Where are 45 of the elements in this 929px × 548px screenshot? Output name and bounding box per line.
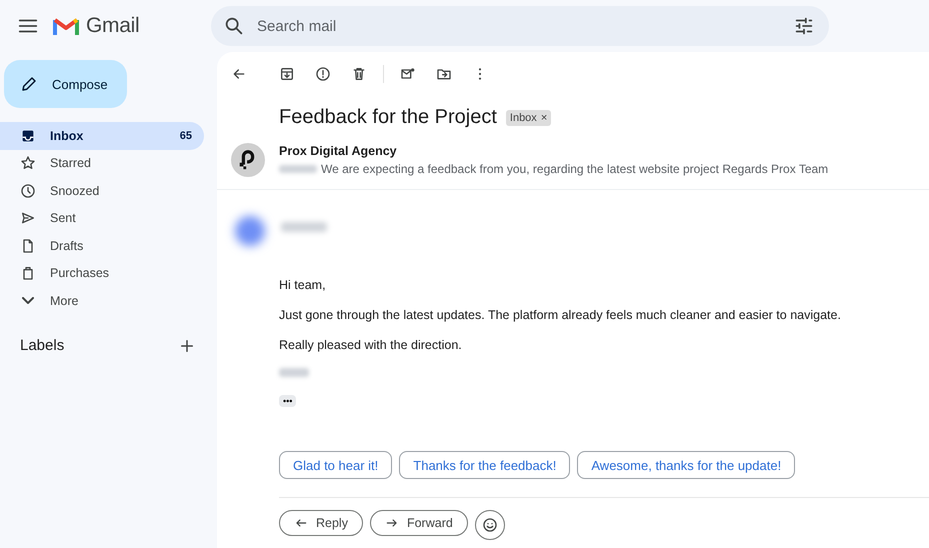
remove-label-button[interactable]: × bbox=[540, 112, 548, 124]
filter-sliders-icon[interactable] bbox=[793, 15, 815, 37]
emoji-reaction-button[interactable] bbox=[474, 510, 505, 540]
blurred-sender-name bbox=[281, 222, 327, 232]
compose-button[interactable]: Compose bbox=[4, 60, 127, 108]
sender-name: Prox Digital Agency bbox=[279, 144, 398, 158]
smart-reply-button[interactable]: Awesome, thanks for the update! bbox=[577, 451, 796, 479]
forward-button[interactable]: Forward bbox=[370, 510, 468, 536]
labels-heading: Labels bbox=[20, 337, 64, 354]
message-paragraph: Really pleased with the direction. bbox=[279, 338, 463, 352]
smart-reply-button[interactable]: Glad to hear it! bbox=[279, 451, 392, 479]
unread-count: 65 bbox=[180, 130, 192, 142]
nav-item[interactable]: Purchases bbox=[0, 260, 204, 287]
app-name: Gmail bbox=[86, 14, 140, 38]
blurred-avatar bbox=[235, 216, 265, 246]
nav-item[interactable]: Sent bbox=[0, 204, 204, 232]
collapsed-message[interactable]: Prox Digital Agency We are expecting a feedback from you, regarding the latest website project Regards Prox Team bbox=[217, 129, 929, 190]
pencil-icon bbox=[20, 75, 38, 93]
message-snippet: We are expecting a feedback from you, regarding the latest website project Regards Prox Team bbox=[321, 162, 828, 176]
message-paragraph: Hi team, bbox=[279, 278, 327, 292]
message-paragraph: Just gone through the latest updates. The platform already feels much cleaner and easier to navigate. bbox=[279, 308, 842, 322]
smiley-icon bbox=[482, 517, 498, 533]
report-spam-icon[interactable] bbox=[315, 66, 331, 82]
smart-reply-button[interactable]: Thanks for the feedback! bbox=[399, 451, 570, 479]
chevron-down-icon bbox=[22, 297, 34, 304]
email-subject: Feedback for the Project bbox=[279, 106, 497, 129]
clock-icon bbox=[20, 182, 36, 199]
show-trimmed-content-button[interactable]: ••• bbox=[279, 395, 296, 407]
inbox-label-chip[interactable]: Inbox × bbox=[506, 110, 552, 126]
search-icon[interactable] bbox=[223, 15, 245, 37]
inbox-icon bbox=[20, 128, 36, 144]
send-icon bbox=[20, 210, 36, 226]
nav-item[interactable]: Drafts bbox=[0, 232, 204, 260]
sender-avatar bbox=[231, 143, 265, 177]
search-field[interactable]: Search mail bbox=[211, 6, 829, 46]
archive-icon[interactable] bbox=[279, 66, 295, 82]
nav-item[interactable]: Inbox 65 bbox=[0, 122, 204, 150]
reply-button[interactable]: Reply bbox=[279, 510, 363, 536]
star-icon bbox=[20, 155, 36, 172]
nav-item[interactable]: Snoozed bbox=[0, 177, 204, 204]
blurred-signature bbox=[279, 368, 309, 377]
nav-item[interactable]: More bbox=[0, 287, 204, 314]
nav-item[interactable]: Starred bbox=[0, 150, 204, 177]
blurred-text bbox=[279, 165, 317, 173]
trash-icon[interactable] bbox=[351, 66, 367, 82]
